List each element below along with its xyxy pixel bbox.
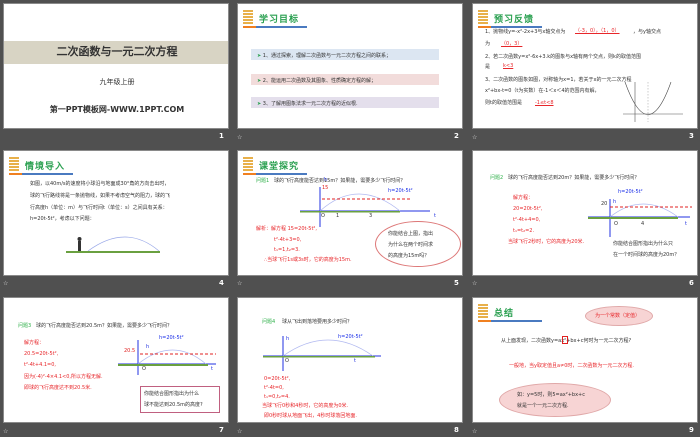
slide-number: 9: [689, 426, 694, 434]
golf-illustration: [66, 236, 160, 253]
section-heading: 课堂探究: [243, 155, 313, 175]
slide-number: 5: [454, 279, 459, 287]
slide-number: 4: [219, 279, 224, 287]
highlight-box: [562, 336, 568, 344]
height-time-graph: [118, 340, 216, 375]
slide-thumbnail-1[interactable]: 二次函数与一元二次方程 九年级上册 第一PPT模板网-WWW.1PPT.COM: [3, 3, 229, 129]
slide-thumbnail-5[interactable]: 课堂探究 问题1 球的飞行高度能否达到15m？如果能，需要多少飞行时间？ h=2…: [237, 150, 463, 276]
slide-number: 1: [219, 132, 224, 140]
slide-number: 8: [454, 426, 459, 434]
goal-item: 3、了解用图象法求一元二次方程的近似根.: [251, 97, 439, 108]
slide-number: 2: [454, 132, 459, 140]
books-icon: [9, 157, 19, 172]
books-icon: [478, 304, 488, 319]
slide-number: 6: [689, 279, 694, 287]
answer: （-3，0），（1，0）: [575, 28, 620, 34]
animation-star-icon[interactable]: ☆: [3, 428, 8, 435]
section-heading: 学习目标: [243, 8, 313, 28]
slide-thumbnail-7[interactable]: 问题3 球的飞行高度能否达到20.5m？如果能，需要多少飞行时间？ h=20t-…: [3, 297, 229, 423]
parabola-graph: [623, 82, 683, 122]
animation-star-icon[interactable]: ☆: [237, 428, 242, 435]
slide-thumbnail-8[interactable]: 问题4 球从飞出到落地要用多少时间？ h=20t-5t² O h t 0=20t…: [237, 297, 463, 423]
thought-cloud: [499, 383, 611, 417]
animation-star-icon[interactable]: ☆: [472, 428, 477, 435]
slide-title: 二次函数与一元二次方程: [56, 45, 178, 58]
animation-star-icon[interactable]: ☆: [237, 280, 242, 287]
slide-thumbnail-9[interactable]: 总结 为一个常数（定值） 从上面发现，二次函数y=ax²+bx+c何时为一元二次…: [472, 297, 698, 423]
books-icon: [243, 157, 253, 172]
answer: （0，3）: [501, 41, 523, 47]
slide-footer: 第一PPT模板网-WWW.1PPT.COM: [49, 105, 185, 114]
animation-star-icon[interactable]: ☆: [472, 280, 477, 287]
books-icon: [243, 10, 253, 25]
slide-subtitle: 九年级上册: [99, 78, 135, 86]
height-time-graph: [263, 336, 381, 371]
slide-thumbnail-6[interactable]: 问题2 球的飞行高度能否达到20m？如果能，需要多少飞行时间？ h=20t-5t…: [472, 150, 698, 276]
slide-thumbnail-2[interactable]: 学习目标 1、通过探索，理解二次函数与一元二次方程之间的联系； 2、能运用二次函…: [237, 3, 463, 129]
slide-thumbnail-3[interactable]: 预习反馈 1、抛物线y=-x²-2x+3与x轴交点为 （-3，0），（1，0） …: [472, 3, 698, 129]
section-heading: 总结: [478, 302, 548, 322]
section-heading: 预习反馈: [478, 8, 548, 28]
goal-item: 2、能运用二次函数及其图象、性质确定方程的解；: [251, 74, 439, 85]
animation-star-icon[interactable]: ☆: [237, 134, 242, 141]
slide-number: 3: [689, 132, 694, 140]
answer: k<3: [503, 63, 514, 69]
slide-number: 7: [219, 426, 224, 434]
books-icon: [478, 10, 488, 25]
slide-thumbnail-4[interactable]: 情境导入 如图，以40m/s的速度将小球沿与地面成30°角的方向击出时， 球的飞…: [3, 150, 229, 276]
animation-star-icon[interactable]: ☆: [3, 280, 8, 287]
animation-star-icon[interactable]: ☆: [472, 134, 477, 141]
goal-item: 1、通过探索，理解二次函数与一元二次方程之间的联系；: [251, 49, 439, 60]
answer: -1≤t<8: [535, 100, 554, 106]
section-heading: 情境导入: [9, 155, 79, 175]
